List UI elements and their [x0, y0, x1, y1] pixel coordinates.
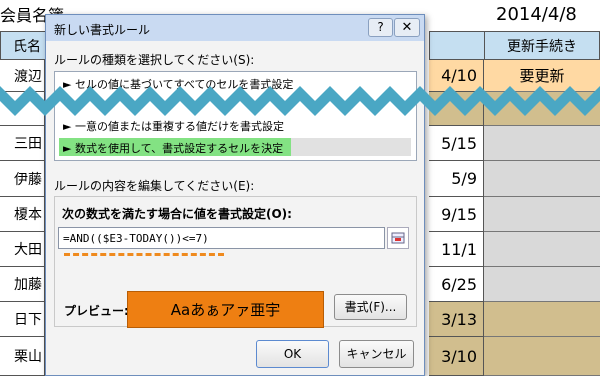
help-button[interactable]: ? [368, 18, 393, 37]
column-header-renewal[interactable]: 更新手続き [484, 31, 600, 60]
cell-renewal[interactable] [484, 161, 600, 197]
dialog-titlebar[interactable]: 新しい書式ルール ? ✕ [46, 15, 424, 41]
close-button[interactable]: ✕ [394, 18, 420, 37]
cell-renewal[interactable] [484, 232, 600, 267]
column-header-name[interactable]: 氏名 [0, 31, 46, 60]
preview-label: プレビュー: [64, 304, 129, 318]
dialog-title: 新しい書式ルール [54, 23, 151, 37]
cell-renewal[interactable] [484, 126, 600, 161]
edit-rule-label: ルールの内容を編集してください(E): [54, 179, 255, 193]
ok-button[interactable]: OK [256, 340, 329, 368]
cell-name[interactable]: 加藤 [0, 267, 45, 302]
range-select-button[interactable] [387, 227, 409, 249]
cell-date[interactable]: 5/9 [429, 161, 484, 197]
cell-renewal[interactable] [484, 302, 600, 337]
sheet-date: 2014/4/8 [496, 4, 577, 25]
cell-renewal[interactable] [484, 267, 600, 302]
cell-date[interactable]: 6/25 [429, 267, 484, 302]
zigzag-cut-marker [0, 86, 600, 116]
rule-type-item-selected[interactable]: ► 数式を使用して、書式設定するセルを決定 [59, 138, 411, 156]
rule-type-label-text: ► 数式を使用して、書式設定するセルを決定 [63, 142, 284, 155]
cell-name[interactable]: 榎本 [0, 197, 45, 232]
new-format-rule-dialog: 新しい書式ルール ? ✕ ルールの種類を選択してください(S): ► セルの値に… [45, 14, 425, 376]
cell-name[interactable]: 日下 [0, 302, 45, 337]
rule-type-item[interactable]: ► 一意の値または重複する値だけを書式設定 [59, 118, 284, 134]
column-header-date[interactable] [429, 31, 485, 60]
cell-date[interactable]: 5/15 [429, 126, 484, 161]
cell-name[interactable]: 大田 [0, 232, 45, 267]
rule-type-label: ルールの種類を選択してください(S): [54, 53, 255, 67]
range-select-icon [391, 232, 405, 244]
cell-renewal[interactable] [484, 337, 600, 376]
formula-label: 次の数式を満たす場合に値を書式設定(O): [62, 207, 292, 221]
preview-box: Aaあぁアァ亜宇 [127, 291, 324, 328]
formula-input[interactable] [58, 227, 385, 249]
cell-date[interactable]: 9/15 [429, 197, 484, 232]
cell-name[interactable]: 伊藤 [0, 161, 45, 197]
cell-name[interactable]: 栗山 [0, 337, 45, 376]
cancel-button[interactable]: キャンセル [339, 340, 414, 368]
zigzag-band [0, 86, 600, 116]
cell-date[interactable]: 3/13 [429, 302, 484, 337]
formula-underline [64, 253, 224, 256]
cell-name[interactable]: 三田 [0, 126, 45, 161]
cell-renewal[interactable] [484, 197, 600, 232]
cell-date[interactable]: 3/10 [429, 337, 484, 376]
format-button[interactable]: 書式(F)... [334, 294, 407, 320]
cell-date[interactable]: 11/1 [429, 232, 484, 267]
